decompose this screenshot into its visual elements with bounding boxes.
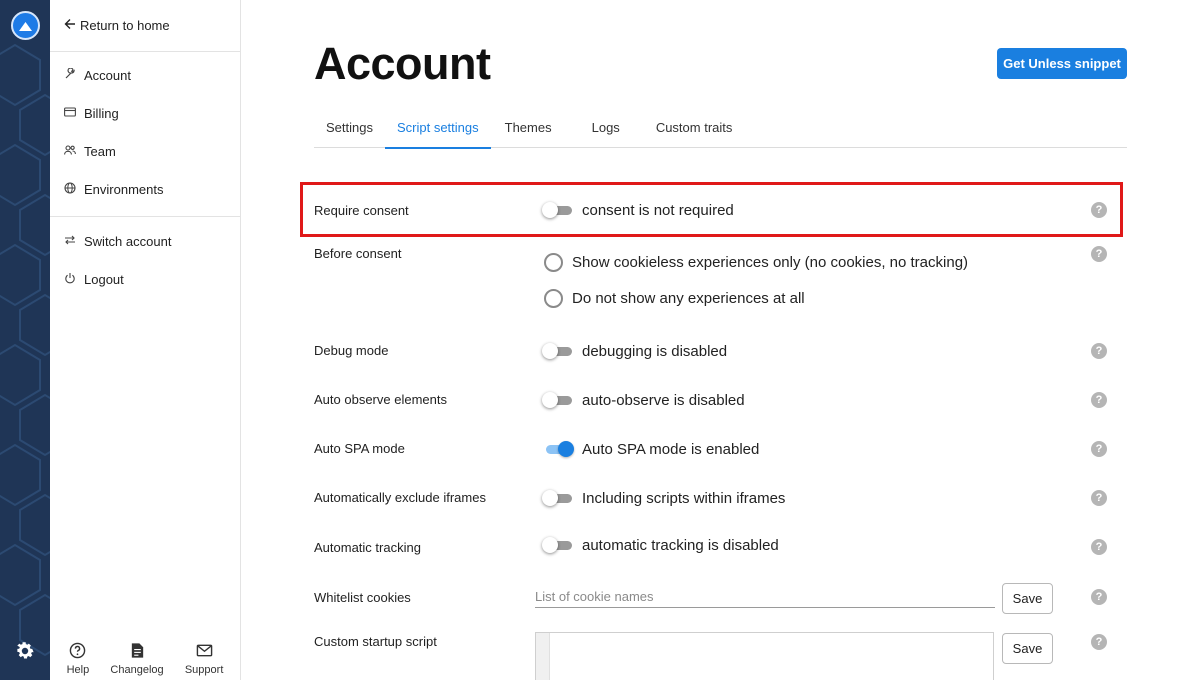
sidebar-item-environments[interactable]: Environments [64, 182, 163, 197]
sidebar-item-label: Logout [84, 272, 124, 287]
question-circle-icon [69, 642, 86, 662]
auto-observe-setting: auto-observe is disabled [542, 391, 745, 409]
custom-script-label: Custom startup script [314, 634, 437, 649]
exclude-iframes-setting: Including scripts within iframes [542, 489, 785, 507]
auto-spa-status: Auto SPA mode is enabled [582, 440, 760, 458]
whitelist-cookies-label: Whitelist cookies [314, 590, 411, 605]
get-snippet-button[interactable]: Get Unless snippet [997, 48, 1127, 79]
auto-observe-label: Auto observe elements [314, 392, 447, 407]
hexagon-pattern [0, 43, 50, 657]
support-label: Support [184, 664, 224, 676]
require-consent-status: consent is not required [582, 201, 734, 219]
debug-mode-setting: debugging is disabled [542, 342, 727, 360]
auto-tracking-toggle[interactable] [542, 536, 572, 554]
document-icon [129, 642, 146, 662]
credit-card-icon [64, 106, 76, 121]
editor-gutter [536, 633, 550, 680]
radio-option-label: Do not show any experiences at all [572, 290, 805, 307]
help-icon[interactable]: ? [1091, 392, 1107, 408]
custom-script-save-button[interactable]: Save [1002, 633, 1053, 664]
radio-button[interactable] [544, 253, 563, 272]
changelog-link[interactable]: Changelog [110, 642, 164, 676]
divider [50, 216, 240, 217]
arrow-left-icon [64, 18, 76, 33]
help-link[interactable]: Help [66, 642, 90, 676]
whitelist-cookies-input[interactable] [535, 586, 995, 608]
sidebar-item-label: Account [84, 68, 131, 83]
whitelist-cookies-save-button[interactable]: Save [1002, 583, 1053, 614]
sidebar-item-billing[interactable]: Billing [64, 106, 119, 121]
sidebar-footer: Help Changelog Support [50, 642, 240, 676]
radio-option-label: Show cookieless experiences only (no coo… [572, 254, 969, 271]
sidebar-item-account[interactable]: Account [64, 67, 131, 83]
help-icon[interactable]: ? [1091, 246, 1107, 262]
require-consent-toggle[interactable] [542, 201, 572, 219]
sidebar: Return to home Account Billing Team Envi… [50, 0, 241, 680]
require-consent-setting: consent is not required [542, 201, 734, 219]
tab-bar: Settings Script settings Themes Logs Cus… [314, 112, 1127, 149]
logout-link[interactable]: Logout [64, 272, 124, 287]
auto-observe-toggle[interactable] [542, 391, 572, 409]
auto-spa-label: Auto SPA mode [314, 441, 405, 456]
globe-icon [64, 182, 76, 197]
custom-script-editor[interactable] [535, 632, 994, 680]
sidebar-item-label: Team [84, 144, 116, 159]
gear-icon[interactable] [14, 640, 36, 662]
debug-mode-toggle[interactable] [542, 342, 572, 360]
sidebar-item-label: Switch account [84, 234, 172, 249]
help-icon[interactable]: ? [1091, 539, 1107, 555]
exclude-iframes-status: Including scripts within iframes [582, 489, 786, 507]
switch-account-link[interactable]: Switch account [64, 234, 171, 249]
auto-spa-toggle[interactable] [542, 440, 574, 458]
people-icon [64, 144, 76, 159]
exclude-iframes-toggle[interactable] [542, 489, 572, 507]
logo-icon[interactable] [11, 11, 40, 40]
help-icon[interactable]: ? [1091, 490, 1107, 506]
help-icon[interactable]: ? [1091, 589, 1107, 605]
help-label: Help [66, 664, 90, 676]
changelog-label: Changelog [110, 664, 164, 676]
wrench-icon [64, 67, 76, 83]
support-link[interactable]: Support [184, 642, 224, 676]
return-home-label: Return to home [80, 18, 170, 33]
before-consent-label: Before consent [314, 246, 402, 261]
auto-observe-status: auto-observe is disabled [582, 391, 745, 409]
sidebar-item-team[interactable]: Team [64, 144, 116, 159]
radio-button[interactable] [544, 289, 563, 308]
app-rail [0, 0, 50, 680]
tab-themes[interactable]: Themes [491, 112, 570, 148]
auto-tracking-label: Automatic tracking [314, 540, 421, 555]
help-icon[interactable]: ? [1091, 343, 1107, 359]
tab-script-settings[interactable]: Script settings [384, 112, 491, 149]
debug-mode-status: debugging is disabled [582, 342, 728, 360]
tab-custom-traits[interactable]: Custom traits [636, 112, 745, 148]
divider [50, 51, 240, 52]
help-icon[interactable]: ? [1091, 202, 1107, 218]
help-icon[interactable]: ? [1091, 634, 1107, 650]
require-consent-label: Require consent [314, 203, 409, 218]
exclude-iframes-label: Automatically exclude iframes [314, 490, 486, 505]
tab-settings[interactable]: Settings [314, 112, 385, 148]
debug-mode-label: Debug mode [314, 343, 389, 358]
help-icon[interactable]: ? [1091, 441, 1107, 457]
page-title: Account [314, 38, 491, 89]
auto-tracking-setting: automatic tracking is disabled [542, 536, 779, 554]
power-icon [64, 272, 76, 287]
sidebar-item-label: Environments [84, 182, 164, 197]
return-home-link[interactable]: Return to home [64, 18, 170, 33]
auto-tracking-status: automatic tracking is disabled [582, 536, 779, 554]
mail-icon [196, 642, 213, 662]
before-consent-option-none[interactable]: Do not show any experiences at all [544, 289, 805, 308]
tab-logs[interactable]: Logs [570, 112, 636, 148]
auto-spa-setting: Auto SPA mode is enabled [542, 440, 759, 458]
before-consent-option-cookieless[interactable]: Show cookieless experiences only (no coo… [544, 253, 968, 272]
swap-arrows-icon [64, 234, 76, 249]
sidebar-item-label: Billing [84, 106, 119, 121]
